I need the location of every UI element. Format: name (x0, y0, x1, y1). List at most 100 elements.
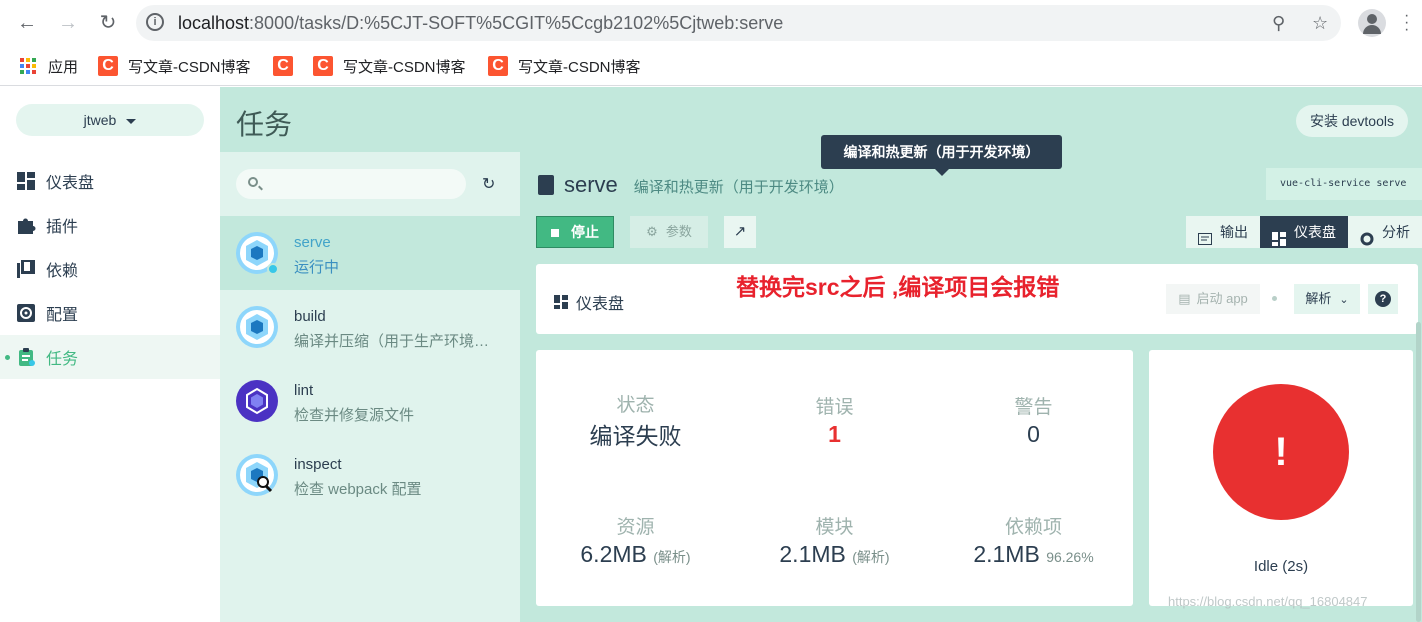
task-description: 编译和热更新（用于开发环境） (633, 179, 844, 196)
forward-arrow-icon[interactable]: → (55, 10, 81, 36)
sidebar-item-label: 配置 (46, 307, 79, 324)
tab-dashboard[interactable]: 仪表盘 (1260, 216, 1348, 248)
csdn-logo-icon: C (98, 56, 118, 76)
task-title: serve (564, 172, 618, 197)
analyze-link[interactable]: (解析) (653, 549, 690, 565)
star-icon[interactable]: ☆ (1312, 13, 1328, 34)
active-indicator-dot (5, 355, 10, 360)
profile-avatar-icon[interactable] (1358, 9, 1386, 37)
error-status-icon: ! (1213, 384, 1349, 520)
sidebar-item-config[interactable]: 配置 (0, 291, 220, 335)
tab-label: 分析 (1382, 224, 1410, 240)
bookmark-label: 应用 (48, 58, 79, 76)
build-status-card: ! Idle (2s) (1149, 350, 1413, 606)
address-bar[interactable]: i localhost:8000/tasks/D:%5CJT-SOFT%5CGI… (136, 5, 1341, 41)
dashboard-title-label: 仪表盘 (576, 296, 625, 313)
bookmark-apps[interactable]: 应用 (20, 55, 78, 77)
task-item-lint[interactable]: lint 检查并修复源文件 (220, 364, 520, 438)
tab-label: 输出 (1220, 224, 1248, 240)
bookmark-label: 写文章-CSDN博客 (518, 58, 641, 76)
stop-button[interactable]: 停止 (536, 216, 614, 248)
webpack-logo-icon (236, 306, 278, 348)
analyze-link[interactable]: (解析) (852, 549, 889, 565)
csdn-logo-icon: C (488, 56, 508, 76)
task-name: build (294, 308, 326, 325)
url-text[interactable]: localhost:8000/tasks/D:%5CJT-SOFT%5CGIT%… (178, 13, 783, 34)
stat-deps: 依赖项 2.1MB 96.26% (934, 512, 1133, 568)
chevron-down-icon: ⌄ (1339, 294, 1349, 306)
sidebar-item-dashboard[interactable]: 仪表盘 (0, 159, 220, 203)
puzzle-icon (16, 215, 36, 235)
task-item-inspect[interactable]: inspect 检查 webpack 配置 (220, 438, 520, 512)
back-arrow-icon[interactable]: ← (14, 10, 40, 36)
analyze-label: 解析 (1305, 291, 1332, 306)
analyze-dropdown[interactable]: 解析 ⌄ (1294, 284, 1360, 314)
refresh-icon[interactable]: ↻ (482, 174, 495, 194)
terminal-icon (1198, 225, 1212, 245)
apps-grid-icon (20, 58, 36, 74)
view-tabs: 输出 仪表盘 分析 (1186, 216, 1422, 248)
stat-value: 2.1MB 96.26% (934, 541, 1133, 568)
params-label: 参数 (665, 224, 692, 239)
sidebar-item-dependencies[interactable]: 依赖 (0, 247, 220, 291)
stat-modules: 模块 2.1MB (解析) (735, 512, 934, 568)
gear-icon: ⚙ (646, 224, 658, 239)
install-devtools-button[interactable]: 安装 devtools (1295, 105, 1408, 137)
search-input[interactable] (236, 169, 466, 199)
stat-label: 错误 (815, 397, 854, 418)
help-icon: ? (1375, 291, 1391, 307)
bookmark-csdn-2[interactable]: C (273, 55, 303, 77)
bookmarks-bar: 应用 C 写文章-CSDN博客 C C 写文章-CSDN博客 C 写文章-CSD… (0, 46, 1422, 86)
project-name: jtweb (83, 112, 117, 128)
task-detail: 编译和热更新（用于开发环境） serve 编译和热更新（用于开发环境） vue-… (520, 135, 1422, 622)
stat-number: 6.2MB (580, 541, 647, 567)
task-name: lint (294, 382, 314, 399)
stat-value: 编译失败 (589, 423, 682, 449)
scrollbar[interactable] (1416, 322, 1421, 622)
webpack-logo-icon (236, 232, 279, 275)
tab-output[interactable]: 输出 (1186, 216, 1260, 248)
books-icon (16, 259, 36, 279)
sidebar-item-label: 仪表盘 (46, 175, 95, 192)
bookmark-csdn-4[interactable]: C 写文章-CSDN博客 (488, 55, 641, 77)
stat-value: 2.1MB (解析) (735, 541, 934, 568)
status-text: Idle (2s) (1253, 558, 1309, 575)
stat-status: 状态 编译失败 (536, 390, 735, 451)
task-list: ↻ serve 运行中 build 编译并压缩（用于生产环境… lint 检查并… (220, 152, 520, 622)
browser-menu-icon[interactable]: · · · (1404, 8, 1409, 38)
bookmark-csdn-3[interactable]: C 写文章-CSDN博客 (313, 55, 466, 77)
stat-label: 状态 (616, 395, 655, 416)
stats-card: 状态 编译失败 错误 1 警告 0 资源 6.2MB (解析) 模块 2.1MB… (536, 350, 1133, 606)
open-external-button[interactable]: ↗ (724, 216, 756, 248)
zoom-icon[interactable]: ⚲ (1272, 13, 1285, 34)
bookmark-label: 写文章-CSDN博客 (128, 58, 251, 76)
task-header: serve 编译和热更新（用于开发环境） (538, 172, 844, 198)
stat-value: 1 (828, 421, 841, 447)
reload-icon[interactable]: ↻ (95, 10, 121, 36)
eslint-logo-icon (236, 380, 278, 422)
csdn-logo-icon: C (273, 56, 293, 76)
search-icon (248, 177, 258, 187)
info-icon[interactable]: i (146, 13, 164, 31)
tab-label: 仪表盘 (1294, 224, 1336, 240)
sidebar-item-label: 任务 (46, 351, 79, 368)
start-app-button[interactable]: ▤ 启动 app (1166, 284, 1260, 314)
params-button[interactable]: ⚙ 参数 (630, 216, 708, 248)
bookmark-csdn-1[interactable]: C 写文章-CSDN博客 (98, 55, 251, 77)
separator-dot (1272, 296, 1277, 301)
stop-icon (551, 229, 559, 237)
tab-analyze[interactable]: 分析 (1348, 216, 1422, 248)
stat-number: 2.1MB (779, 541, 846, 567)
sidebar-item-tasks[interactable]: 任务 (0, 335, 220, 379)
sidebar-item-plugins[interactable]: 插件 (0, 203, 220, 247)
task-item-serve[interactable]: serve 运行中 (220, 216, 520, 290)
task-item-build[interactable]: build 编译并压缩（用于生产环境… (220, 290, 520, 364)
start-app-label: 启动 app (1196, 291, 1248, 306)
stat-label: 依赖项 (1004, 517, 1062, 538)
dashboard-icon (554, 295, 568, 309)
project-selector[interactable]: jtweb (16, 104, 204, 136)
task-name: serve (294, 234, 331, 251)
stat-label: 模块 (815, 517, 854, 538)
settings-icon (16, 303, 36, 323)
help-button[interactable]: ? (1368, 284, 1398, 314)
